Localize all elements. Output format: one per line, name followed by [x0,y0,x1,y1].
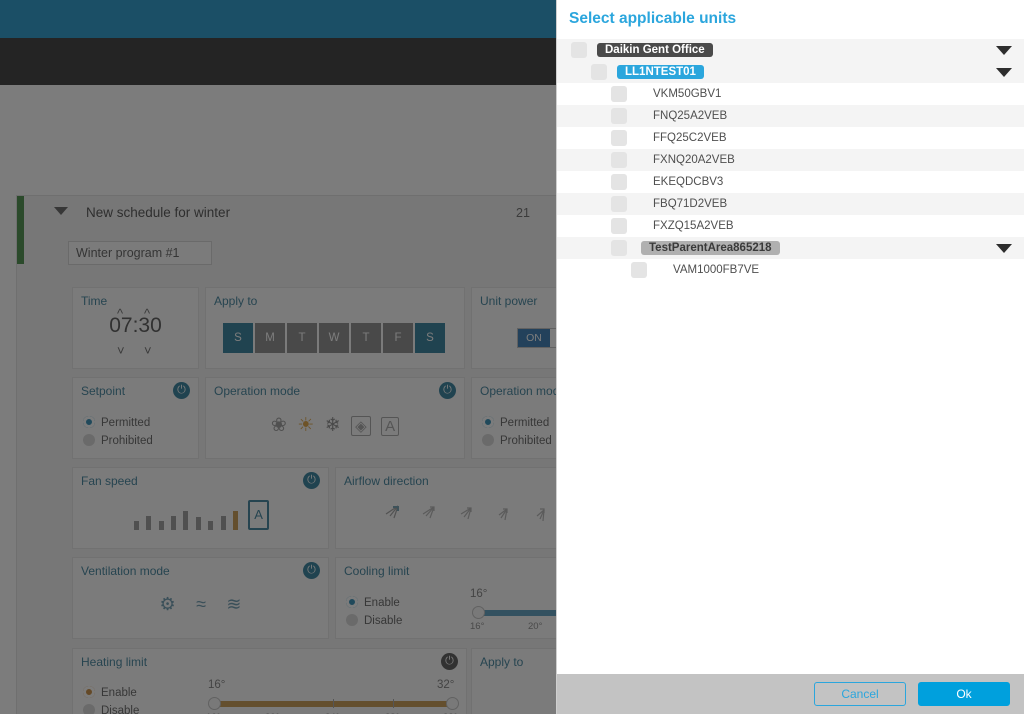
tree-row[interactable]: FNQ25A2VEB [557,105,1024,127]
tree-checkbox[interactable] [591,64,607,80]
tree-item-label[interactable]: VAM1000FB7VE [665,263,767,277]
tree-item-label[interactable]: FXZQ15A2VEB [645,219,742,233]
tree-row[interactable]: FXZQ15A2VEB [557,215,1024,237]
tree-row[interactable]: TestParentArea865218 [557,237,1024,259]
dialog-footer: Cancel Ok [557,674,1024,714]
tree-item-label[interactable]: TestParentArea865218 [641,241,780,255]
tree-row[interactable]: VKM50GBV1 [557,83,1024,105]
tree-checkbox[interactable] [611,196,627,212]
tree-item-label[interactable]: FNQ25A2VEB [645,109,735,123]
tree-checkbox[interactable] [611,174,627,190]
cancel-button[interactable]: Cancel [814,682,906,706]
tree-checkbox[interactable] [611,130,627,146]
tree-item-label[interactable]: FBQ71D2VEB [645,197,735,211]
tree-item-label[interactable]: FFQ25C2VEB [645,131,735,145]
tree-row[interactable]: EKEQDCBV3 [557,171,1024,193]
chevron-down-icon[interactable] [996,68,1012,77]
tree-row[interactable]: LL1NTEST01 [557,61,1024,83]
chevron-down-icon[interactable] [996,46,1012,55]
select-units-dialog: Select applicable units Daikin Gent Offi… [556,0,1024,714]
tree-item-label[interactable]: LL1NTEST01 [617,65,704,79]
tree-item-label[interactable]: FXNQ20A2VEB [645,153,743,167]
tree-row[interactable]: FFQ25C2VEB [557,127,1024,149]
tree-checkbox[interactable] [611,152,627,168]
tree-item-label[interactable]: Daikin Gent Office [597,43,713,57]
tree-item-label[interactable]: EKEQDCBV3 [645,175,731,189]
dialog-title: Select applicable units [569,10,737,27]
tree-checkbox[interactable] [631,262,647,278]
ok-button[interactable]: Ok [918,682,1010,706]
tree-checkbox[interactable] [611,218,627,234]
tree-checkbox[interactable] [611,240,627,256]
tree-checkbox[interactable] [611,86,627,102]
tree-row[interactable]: Daikin Gent Office [557,39,1024,61]
tree-item-label[interactable]: VKM50GBV1 [645,87,729,101]
tree-checkbox[interactable] [611,108,627,124]
tree-row[interactable]: FXNQ20A2VEB [557,149,1024,171]
tree-checkbox[interactable] [571,42,587,58]
tree-row[interactable]: FBQ71D2VEB [557,193,1024,215]
unit-tree[interactable]: Daikin Gent Office LL1NTEST01 VKM50GBV1 [557,37,1024,674]
chevron-down-icon[interactable] [996,244,1012,253]
tree-row[interactable]: VAM1000FB7VE [557,259,1024,281]
screen: New schedule for winter 21 Winter progra… [0,0,1024,714]
